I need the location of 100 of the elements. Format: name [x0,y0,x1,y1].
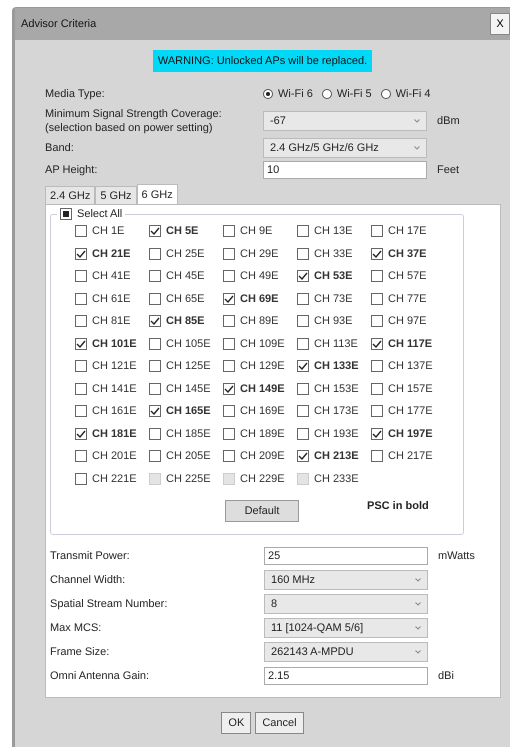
checkbox[interactable] [223,360,235,372]
checkbox[interactable] [297,450,309,462]
cancel-button[interactable]: Cancel [255,712,304,734]
checkbox[interactable] [371,450,383,462]
checkbox[interactable] [371,428,383,440]
checkbox[interactable] [60,208,72,220]
checkbox[interactable] [297,338,309,350]
channel-label: CH 69E [240,292,279,304]
checkbox[interactable] [75,292,87,304]
checkbox[interactable] [297,270,309,282]
checkbox[interactable] [149,405,161,417]
default-button[interactable]: Default [225,500,299,522]
input-field[interactable]: 25 [264,547,428,565]
channel-label: CH 21E [92,248,131,260]
checkbox[interactable] [371,292,383,304]
checkbox[interactable] [371,360,383,372]
channel-label: CH 221E [92,472,137,484]
checkbox[interactable] [149,428,161,440]
checkbox[interactable] [223,315,235,327]
checkbox[interactable] [371,338,383,350]
dropdown[interactable]: 262143 A-MPDU [264,642,428,662]
check-icon [372,250,382,258]
checkbox[interactable] [75,360,87,372]
checkbox[interactable] [149,292,161,304]
channel-label: CH 173E [314,405,359,417]
dropdown[interactable]: 2.4 GHz/5 GHz/6 GHz [263,138,427,158]
checkbox[interactable] [75,338,87,350]
channel-label: CH 101E [92,338,137,350]
ok-button[interactable]: OK [221,712,252,734]
checkbox[interactable] [75,472,87,484]
checkbox[interactable] [297,292,309,304]
checkbox[interactable] [149,338,161,350]
checkbox[interactable] [371,382,383,394]
checkbox[interactable] [223,450,235,462]
channel-label: CH 169E [240,405,285,417]
channel-label: CH 29E [240,248,279,260]
checkbox[interactable] [223,428,235,440]
checkbox[interactable] [75,248,87,260]
checkbox[interactable] [75,382,87,394]
checkbox[interactable] [223,405,235,417]
checkbox[interactable] [75,270,87,282]
checkbox[interactable] [75,450,87,462]
tab[interactable]: 2.4 GHz [45,186,96,204]
checkbox[interactable] [297,225,309,237]
checkbox[interactable] [371,248,383,260]
tab[interactable]: 5 GHz [95,186,137,204]
checkbox[interactable] [371,225,383,237]
checkbox[interactable] [223,292,235,304]
checkbox[interactable] [149,360,161,372]
checkbox[interactable] [223,270,235,282]
checkbox[interactable] [149,248,161,260]
channel-label: CH 193E [314,428,359,440]
dropdown[interactable]: 11 [1024-QAM 5/6] [264,618,428,638]
checkbox[interactable] [371,270,383,282]
checkbox[interactable] [297,428,309,440]
checkbox[interactable] [75,405,87,417]
dropdown[interactable]: 160 MHz [264,570,428,590]
check-icon [372,340,382,348]
radio-option[interactable]: Wi-Fi 5 [322,88,372,100]
channel-label: CH 113E [314,338,358,350]
checkbox[interactable] [371,315,383,327]
checkbox[interactable] [149,270,161,282]
chevron-icon [415,602,421,606]
checkbox[interactable] [149,315,161,327]
field-label: Max MCS: [50,621,102,635]
close-button[interactable]: X [490,13,510,35]
channel-label: CH 165E [166,405,211,417]
checkbox[interactable] [223,225,235,237]
checkbox[interactable] [223,382,235,394]
radio-option[interactable]: Wi-Fi 6 [263,88,313,100]
radio-option[interactable]: Wi-Fi 4 [380,88,430,100]
checkbox[interactable] [75,225,87,237]
tab[interactable]: 6 GHz [136,184,178,204]
checkbox[interactable] [223,338,235,350]
checkbox[interactable] [297,382,309,394]
dropdown[interactable]: -67 [263,111,427,131]
checkbox[interactable] [297,405,309,417]
checkbox[interactable] [149,225,161,237]
field-label: Omni Antenna Gain: [50,669,150,683]
check-icon [150,227,160,235]
checkbox[interactable] [371,405,383,417]
channel-label: CH 73E [314,292,353,304]
input-field[interactable]: 2.15 [264,667,428,685]
checkbox[interactable] [75,315,87,327]
channel-label: CH 205E [166,450,211,462]
check-icon [224,384,234,392]
dropdown[interactable]: 8 [264,594,428,614]
channel-label: CH 97E [388,315,427,327]
field-label: Spatial Stream Number: [50,597,168,611]
input-field[interactable]: 10 [263,161,427,179]
checkbox[interactable] [223,248,235,260]
checkbox[interactable] [75,428,87,440]
checkbox[interactable] [149,450,161,462]
field-hint: (selection based on power setting) [45,121,214,135]
checkbox[interactable] [297,360,309,372]
channel-label: CH 17E [388,225,427,237]
checkbox[interactable] [297,315,309,327]
checkbox[interactable] [149,382,161,394]
field-label: Channel Width: [50,573,126,587]
checkbox[interactable] [297,248,309,260]
